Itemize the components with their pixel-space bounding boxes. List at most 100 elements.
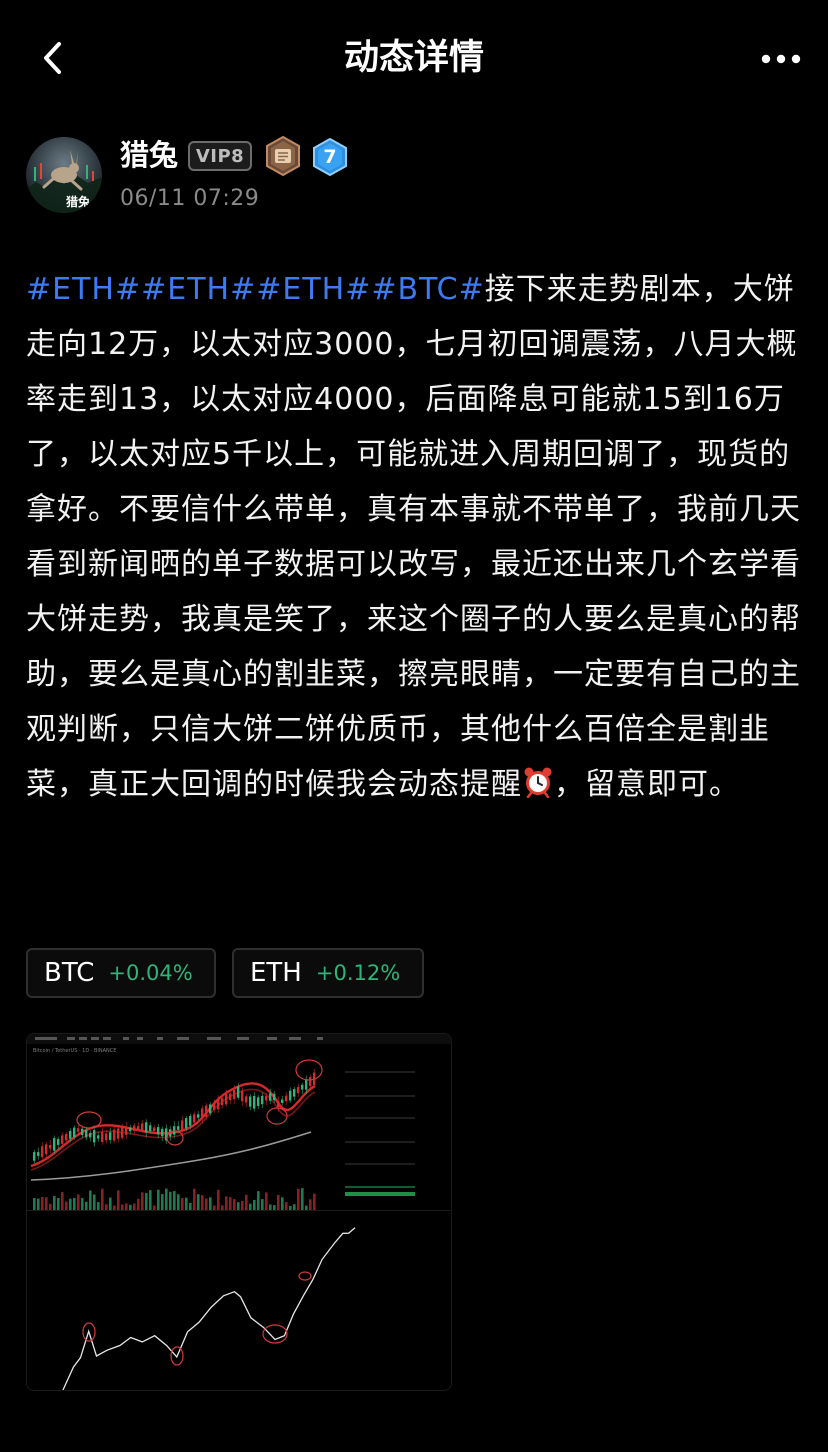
volume-bar bbox=[85, 1201, 88, 1210]
level-badge: 7 bbox=[312, 137, 348, 177]
volume-bar bbox=[229, 1197, 232, 1210]
post-text-end: ，留意即可。 bbox=[554, 767, 740, 802]
volume-bar bbox=[37, 1198, 40, 1210]
post-timestamp: 06/11 07:29 bbox=[120, 186, 260, 211]
volume-bar bbox=[73, 1197, 76, 1210]
volume-bar bbox=[169, 1191, 172, 1210]
coin-chip-btc[interactable]: BTC +0.04% bbox=[26, 948, 216, 998]
volume-bar bbox=[221, 1205, 224, 1210]
post-text: 接下来走势剧本，大饼走向12万，以太对应3000，七月初回调震荡，八月大概率走到… bbox=[26, 272, 801, 802]
chart-pair-label: Bitcoin / TetherUS · 1D · BINANCE bbox=[33, 1048, 116, 1054]
alarm-clock-icon bbox=[522, 761, 554, 799]
volume-bar bbox=[237, 1202, 240, 1210]
volume-bar bbox=[205, 1198, 208, 1210]
volume-bar bbox=[181, 1198, 184, 1210]
attached-chart-image[interactable]: Bitcoin / TetherUS · 1D · BINANCE bbox=[26, 1033, 452, 1391]
volume-bar bbox=[233, 1199, 236, 1210]
top-nav-bar: 动态详情 bbox=[0, 0, 828, 118]
vip-badge: VIP8 bbox=[188, 141, 252, 171]
volume-bar bbox=[117, 1190, 120, 1210]
page-title: 动态详情 bbox=[343, 38, 484, 78]
volume-bar bbox=[309, 1199, 312, 1210]
post-content: #ETH##ETH##ETH##BTC#接下来走势剧本，大饼走向12万，以太对应… bbox=[26, 262, 804, 812]
volume-bar bbox=[265, 1192, 268, 1210]
volume-bar bbox=[177, 1194, 180, 1210]
volume-bar bbox=[141, 1192, 144, 1210]
chart-screenshot: Bitcoin / TetherUS · 1D · BINANCE bbox=[27, 1034, 451, 1390]
hashtag-eth[interactable]: #ETH# bbox=[256, 272, 371, 307]
volume-bar bbox=[53, 1196, 56, 1210]
volume-bar bbox=[45, 1197, 48, 1210]
volume-bar bbox=[253, 1199, 256, 1210]
volume-bar bbox=[101, 1188, 104, 1210]
volume-bar bbox=[173, 1191, 176, 1210]
volume-bar bbox=[109, 1197, 112, 1210]
volume-bar bbox=[241, 1201, 244, 1210]
volume-bar bbox=[65, 1201, 68, 1210]
coin-symbol: ETH bbox=[250, 958, 302, 988]
volume-bar bbox=[289, 1205, 292, 1210]
volume-bar bbox=[277, 1194, 280, 1210]
volume-bar bbox=[301, 1188, 304, 1210]
volume-bar bbox=[197, 1194, 200, 1210]
volume-bar bbox=[297, 1188, 300, 1210]
volume-bar bbox=[161, 1194, 164, 1210]
avatar-watermark: 猎兔 bbox=[66, 195, 91, 209]
scroll-medal-icon bbox=[264, 135, 302, 177]
coin-chip-eth[interactable]: ETH +0.12% bbox=[232, 948, 424, 998]
volume-bar bbox=[165, 1188, 168, 1210]
volume-bar bbox=[105, 1204, 108, 1210]
volume-bar bbox=[121, 1204, 124, 1210]
volume-bar bbox=[249, 1203, 252, 1210]
level-number: 7 bbox=[323, 146, 337, 168]
volume-bar bbox=[49, 1203, 52, 1210]
volume-bar bbox=[157, 1189, 160, 1210]
author-name[interactable]: 猎兔 bbox=[120, 135, 178, 175]
volume-bar bbox=[209, 1197, 212, 1210]
volume-bar bbox=[245, 1194, 248, 1210]
hashtag-eth[interactable]: #ETH# bbox=[141, 272, 256, 307]
coin-change: +0.12% bbox=[315, 961, 401, 985]
volume-bar bbox=[125, 1203, 128, 1210]
volume-bar bbox=[137, 1198, 140, 1210]
volume-bar bbox=[217, 1189, 220, 1210]
volume-bar bbox=[185, 1197, 188, 1210]
volume-bar bbox=[281, 1197, 284, 1210]
volume-bar bbox=[113, 1205, 116, 1210]
volume-bar bbox=[41, 1197, 44, 1210]
more-button[interactable] bbox=[756, 42, 806, 76]
volume-bar bbox=[273, 1205, 276, 1210]
volume-bar bbox=[97, 1202, 100, 1210]
more-horizontal-icon bbox=[761, 54, 801, 64]
rabbit-avatar-image bbox=[26, 137, 102, 213]
volume-bar bbox=[57, 1197, 60, 1210]
hashtag-btc[interactable]: #BTC# bbox=[371, 272, 484, 307]
volume-bar bbox=[285, 1202, 288, 1210]
volume-bar bbox=[269, 1204, 272, 1210]
volume-bar bbox=[69, 1198, 72, 1210]
volume-bar bbox=[189, 1202, 192, 1210]
coin-symbol: BTC bbox=[44, 958, 95, 988]
volume-bar bbox=[33, 1198, 36, 1210]
volume-bar bbox=[305, 1205, 308, 1210]
volume-bar bbox=[313, 1193, 316, 1210]
author-avatar[interactable]: 猎兔 bbox=[26, 137, 102, 213]
volume-bar bbox=[61, 1192, 64, 1210]
hashtag-eth[interactable]: #ETH# bbox=[26, 272, 141, 307]
volume-bar bbox=[149, 1190, 152, 1210]
volume-bar bbox=[93, 1194, 96, 1210]
volume-bar bbox=[145, 1193, 148, 1210]
volume-bar bbox=[77, 1194, 80, 1210]
volume-bar bbox=[133, 1203, 136, 1210]
volume-bar bbox=[193, 1188, 196, 1210]
volume-bar bbox=[293, 1204, 296, 1210]
volume-bar bbox=[225, 1196, 228, 1210]
volume-bar bbox=[153, 1205, 156, 1210]
volume-bar bbox=[89, 1190, 92, 1210]
coin-change: +0.04% bbox=[108, 961, 193, 985]
volume-bar bbox=[261, 1199, 264, 1210]
volume-bar bbox=[81, 1198, 84, 1210]
volume-bar bbox=[213, 1205, 216, 1210]
volume-bar bbox=[201, 1195, 204, 1210]
volume-bar bbox=[129, 1204, 132, 1210]
